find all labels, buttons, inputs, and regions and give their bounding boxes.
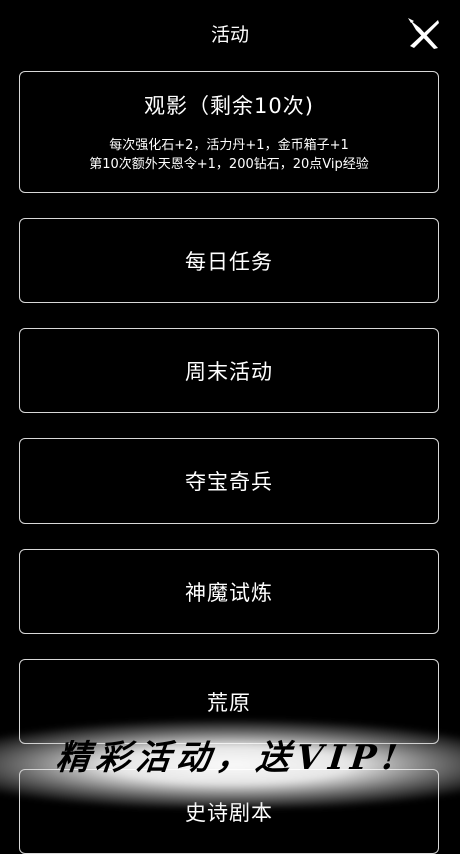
menu-item-label: 史诗剧本 [185,800,273,825]
menu-item-epic-script[interactable]: 史诗剧本 [19,769,439,854]
menu-item-label: 每日任务 [185,249,273,274]
menu-item-gods-trial[interactable]: 神魔试炼 [19,549,439,634]
close-button[interactable] [404,14,444,54]
menu-item-label: 神魔试炼 [185,580,273,605]
menu-item-daily-tasks[interactable]: 每日任务 [19,218,439,303]
video-reward-desc-line2: 第10次额外天恩令+1，200钻石，20点Vip经验 [89,157,369,172]
menu-item-treasure-hunt[interactable]: 夺宝奇兵 [19,438,439,524]
video-reward-desc-line1: 每次强化石+2，活力丹+1，金币箱子+1 [109,138,349,153]
header-bar: 活动 [0,0,460,66]
page-title: 活动 [210,24,249,46]
menu-item-wasteland[interactable]: 荒原 [19,659,439,744]
menu-item-label: 夺宝奇兵 [185,470,273,494]
close-icon [408,18,439,49]
menu-item-weekend-events[interactable]: 周末活动 [19,328,439,413]
video-reward-title: 观影（剩余10次) [144,94,314,118]
video-reward-button[interactable]: 观影（剩余10次) 每次强化石+2，活力丹+1，金币箱子+1 第10次额外天恩令… [19,71,439,193]
menu-item-label: 荒原 [207,690,251,715]
menu-item-label: 周末活动 [185,359,273,384]
